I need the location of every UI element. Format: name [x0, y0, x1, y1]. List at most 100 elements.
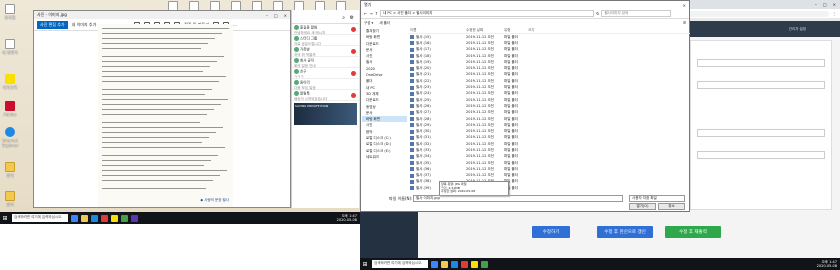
ad-banner[interactable]: SAVING PRIVATE RYAN	[294, 103, 357, 125]
file-name-cell: 필사 (31)	[408, 135, 466, 140]
chat-row[interactable]: 회사 공지 회의 일정 안내	[292, 57, 359, 68]
column-type[interactable]: 유형	[504, 28, 528, 33]
edge-icon[interactable]	[451, 260, 458, 268]
recycle-bin-icon	[5, 4, 15, 14]
maximize-icon[interactable]: □	[823, 2, 827, 7]
more-icon[interactable]: …	[233, 22, 237, 27]
image-file-icon	[410, 79, 414, 84]
file-name-cell: 필사 (34)	[408, 154, 466, 159]
app-icon[interactable]	[101, 214, 108, 222]
desktop-icon[interactable]: Internet Explorer	[2, 127, 19, 148]
breadcrumb[interactable]: 내 PC > 사진 폴더 > 필사이미지	[380, 10, 595, 17]
close-icon[interactable]: ×	[833, 2, 836, 7]
filename-input[interactable]: 필사 이미지.jpg	[413, 195, 623, 202]
forward-icon[interactable]: →	[369, 11, 372, 16]
file-date-cell: 2019-11-12 오전	[466, 173, 494, 178]
column-size[interactable]: 크기	[528, 28, 534, 33]
search-input[interactable]: 필사이미지 검색	[601, 10, 672, 17]
view-options-icon[interactable]: ☰	[683, 21, 689, 25]
desktop-icon[interactable]: 휴지통	[2, 4, 18, 21]
refresh-icon[interactable]: ↻	[596, 11, 599, 16]
chat-row[interactable]: 동아리 다음 모임 일정	[292, 79, 359, 90]
file-type-cell: 파일 폴더	[504, 160, 518, 165]
file-name-cell: 필사 (20)	[408, 66, 466, 71]
file-date-cell: 2019-11-12 오전	[466, 122, 494, 127]
taskbar-search[interactable]: 검색하려면 여기에 입력하십시오.	[12, 214, 68, 222]
desktop-icon[interactable]: 폴더	[2, 191, 18, 208]
app-icon[interactable]	[121, 214, 128, 222]
new-folder-button[interactable]: 새 폴더	[379, 21, 390, 26]
back-icon[interactable]: ←	[364, 11, 367, 16]
image-file-icon	[410, 54, 414, 59]
column-name[interactable]: 이름	[408, 28, 466, 33]
close-icon[interactable]: ×	[683, 3, 689, 8]
chat-row[interactable]: 친구 ㅋㅋㅋ	[292, 68, 359, 79]
desktop-icon[interactable]: 카카오톡	[2, 74, 18, 91]
form-field[interactable]	[697, 129, 825, 137]
form-field[interactable]	[697, 81, 825, 89]
settings-icon[interactable]: ⚙	[350, 15, 354, 21]
chat-row[interactable]: 스터디 그룹 자료 공유드립니다	[292, 35, 359, 46]
chat-row[interactable]: 알림톡 배송이 시작되었습니다	[292, 90, 359, 101]
desktop-icon[interactable]: 폴더	[2, 162, 18, 179]
handwriting-line	[102, 122, 200, 123]
chat-name: 회사 공지	[300, 58, 314, 63]
file-explorer-icon[interactable]	[441, 260, 448, 268]
edit-refresh-button[interactable]: 수정 후 천신으로 갱신	[597, 226, 653, 238]
filetype-select[interactable]: 사용자 지정 파일	[629, 195, 685, 202]
app-icon[interactable]	[481, 260, 488, 268]
edit-reprint-button[interactable]: 수정 후 재출력	[665, 226, 721, 238]
chat-row[interactable]: 홍길동 알림 안녕하세요 새 메시지	[292, 24, 359, 35]
edge-icon[interactable]	[91, 214, 98, 222]
note-footer: ◆ 사랑의 문장 필사	[200, 198, 229, 202]
chrome-icon[interactable]	[461, 260, 468, 268]
desktop-icon[interactable]: Adobe	[2, 101, 18, 117]
file-date-cell: 2019-11-12 오전	[466, 40, 494, 45]
column-date[interactable]: 수정한 날짜	[466, 28, 504, 33]
menu-icon[interactable]: ⋮	[832, 11, 840, 16]
chat-row[interactable]: 가족방 저녁 뭐 먹을까	[292, 46, 359, 57]
filename-label: 파일 이름(N):	[389, 196, 413, 201]
minimize-icon[interactable]: –	[266, 13, 268, 18]
kakaotalk-icon[interactable]	[111, 214, 118, 222]
file-explorer-icon[interactable]	[81, 214, 88, 222]
edit-button[interactable]: 수정하기	[532, 226, 570, 238]
handwriting-line	[102, 61, 217, 62]
file-type-cell: 파일 폴더	[504, 34, 518, 39]
header-user-menu[interactable]: 관리자 설정	[789, 27, 806, 32]
windows-start-icon[interactable]: ⊞	[0, 215, 10, 222]
image-file-icon	[410, 179, 414, 184]
minimize-icon[interactable]: –	[815, 2, 817, 7]
organize-menu[interactable]: 구성 ▾	[364, 21, 373, 26]
open-button[interactable]: 열기(O)	[629, 203, 656, 210]
app-icon[interactable]	[131, 214, 138, 222]
file-date-cell: 2019-11-12 오전	[466, 116, 494, 121]
task-view-icon[interactable]	[71, 214, 78, 222]
taskbar-clock[interactable]: 오후 1:47 2020-05-08	[337, 214, 360, 222]
close-icon[interactable]: ×	[284, 13, 287, 18]
handwriting-line	[102, 165, 204, 166]
taskbar-clock[interactable]: 오후 1:47 2020-05-08	[817, 260, 840, 268]
form-field[interactable]	[697, 151, 825, 159]
taskbar-search[interactable]: 검색하려면 여기에 입력하십시오.	[372, 260, 428, 268]
handwriting-line	[102, 137, 209, 138]
handwriting-line	[102, 127, 223, 128]
kakaotalk-icon[interactable]	[471, 260, 478, 268]
windows-start-icon[interactable]: ⊞	[360, 261, 370, 268]
add-edit-button[interactable]: 사진 편집 추가	[37, 20, 68, 29]
maximize-icon[interactable]: □	[274, 13, 278, 18]
desktop-icon[interactable]: 내 컴퓨터	[2, 39, 18, 56]
handwriting-line	[102, 48, 201, 49]
file-date-cell: 2019-11-12 오전	[466, 85, 494, 90]
search-icon[interactable]: ⌕	[342, 15, 345, 21]
file-type-cell: 파일 폴더	[504, 147, 518, 152]
up-icon[interactable]: ↑	[375, 11, 378, 16]
add-image-link[interactable]: 내 이미지 추가	[72, 22, 97, 28]
open-file-dialog: 열기 × ← → ↑ 내 PC > 사진 폴더 > 필사이미지 ↻ 필사이미지 …	[360, 0, 690, 212]
cancel-button[interactable]: 취소	[658, 203, 685, 210]
right-taskbar: ⊞ 검색하려면 여기에 입력하십시오. 오후 1:47 2020-05-08	[360, 258, 840, 270]
nav-item[interactable]: 네트워크	[362, 154, 407, 160]
handwriting-line	[102, 76, 226, 77]
task-view-icon[interactable]	[431, 260, 438, 268]
form-field[interactable]	[697, 59, 825, 67]
